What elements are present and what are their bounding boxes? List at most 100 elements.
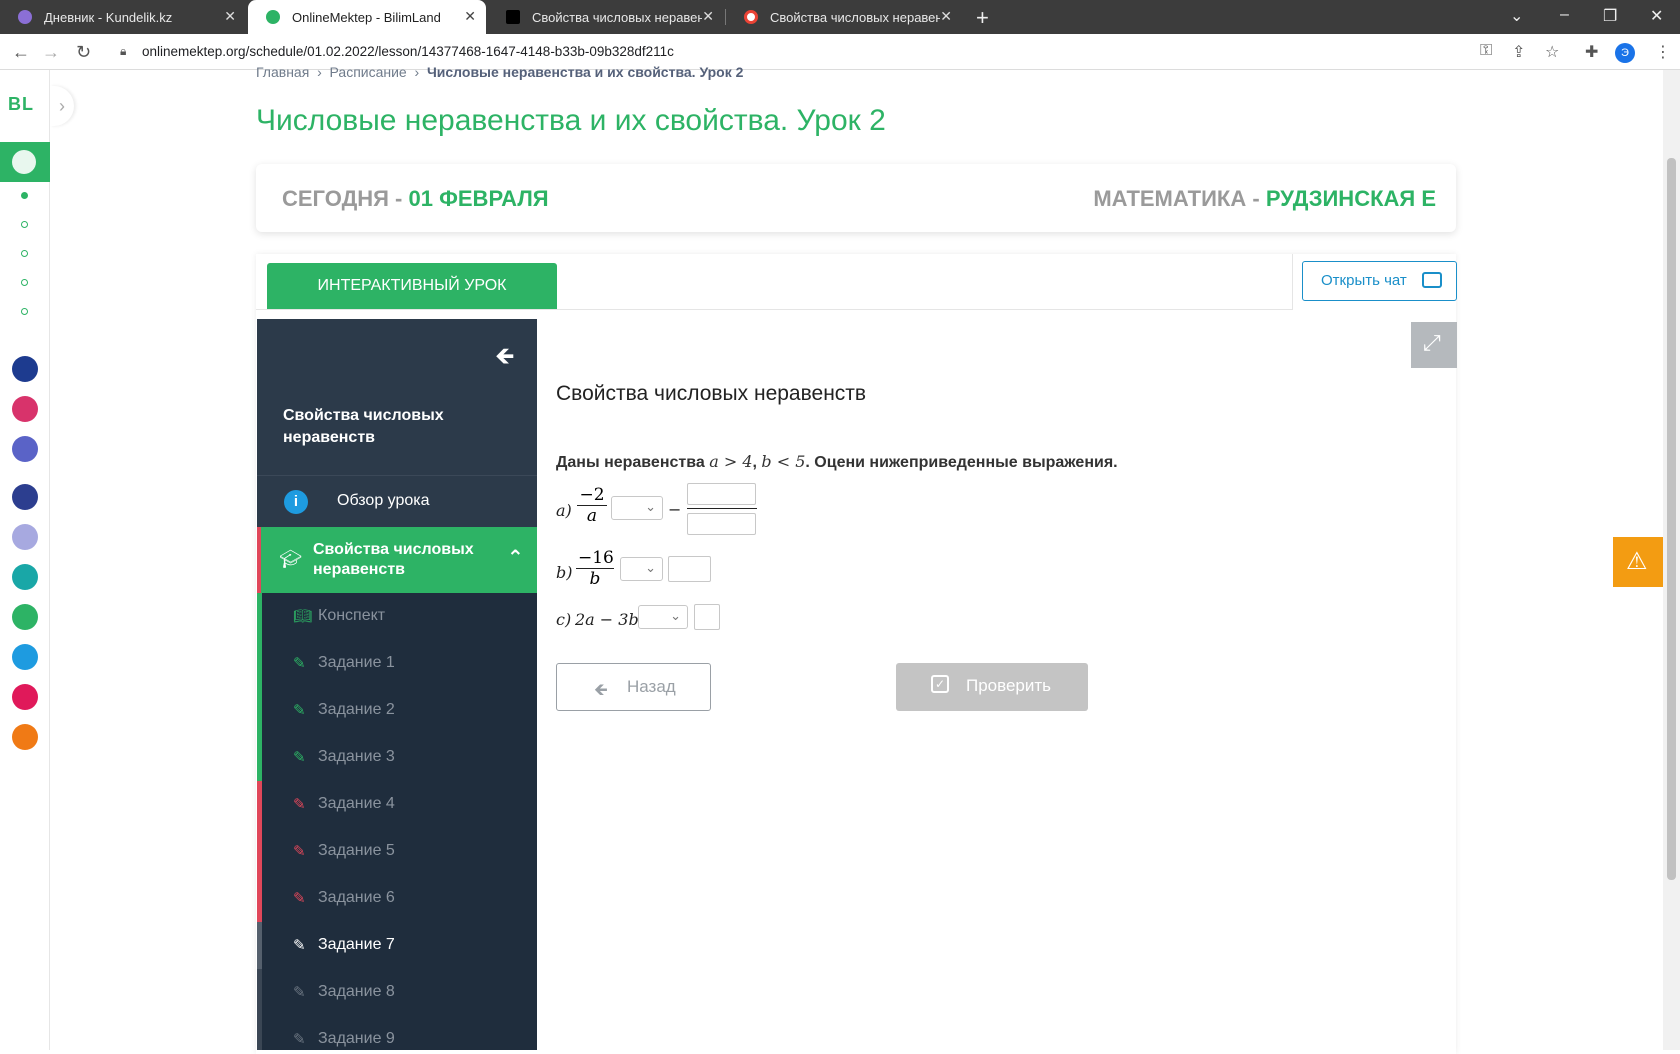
sidebar-title: Свойства числовых неравенств xyxy=(283,407,444,446)
denominator-input-a[interactable] xyxy=(687,513,756,535)
rail-dot-icon[interactable] xyxy=(21,279,28,286)
close-tab-icon[interactable]: ✕ xyxy=(464,8,476,25)
browser-tab-lesson-3[interactable]: Свойства числовых неравенств ✕ xyxy=(488,0,724,34)
task-title: Свойства числовых неравенств xyxy=(556,382,867,405)
item-label: Задание 4 xyxy=(318,795,395,812)
forward-icon[interactable]: → xyxy=(42,42,60,63)
info-icon: i xyxy=(284,490,308,514)
comparison-select-c[interactable]: ⌄ xyxy=(638,605,688,629)
subject-teacher: МАТЕМАТИКА - РУДЗИНСКАЯ Е xyxy=(1093,186,1436,212)
browser-tab-kundelik[interactable]: Дневник - Kundelik.kz ✕ xyxy=(0,0,246,34)
bilimland-logo[interactable]: BL xyxy=(8,94,34,115)
fraction-numerator: −16 xyxy=(576,548,614,569)
value-input-c[interactable] xyxy=(694,604,720,630)
sidebar-item-overview[interactable]: i Обзор урока xyxy=(257,475,537,527)
item-label: Задание 2 xyxy=(318,701,395,718)
status-bar xyxy=(257,687,262,734)
check-button[interactable]: ✓ Проверить xyxy=(896,663,1088,711)
value-input-b[interactable] xyxy=(668,556,711,582)
edit-icon: ✎ xyxy=(293,890,306,907)
sidebar-item-task-9[interactable]: ✎ Задание 9 xyxy=(257,1016,537,1050)
open-chat-button[interactable]: Открыть чат xyxy=(1302,261,1457,301)
sidebar-item-summary[interactable]: 📖︎ Конспект xyxy=(257,593,537,640)
menu-icon[interactable]: ⋮ xyxy=(1655,42,1671,62)
tab-search-icon[interactable]: ⌄ xyxy=(1510,6,1523,26)
tab-interactive-lesson[interactable]: ИНТЕРАКТИВНЫЙ УРОК xyxy=(267,263,557,309)
reload-icon[interactable]: ↻ xyxy=(76,42,91,63)
rail-dot-icon[interactable] xyxy=(21,221,28,228)
status-bar xyxy=(257,1016,262,1050)
scrollbar-thumb[interactable] xyxy=(1667,158,1676,880)
edit-icon: ✎ xyxy=(293,749,306,766)
rail-dot-icon[interactable] xyxy=(21,250,28,257)
item-label: Конспект xyxy=(318,607,386,624)
close-window-icon[interactable]: ✕ xyxy=(1650,6,1663,26)
key-icon[interactable]: ⚿ xyxy=(1480,42,1492,60)
share-icon[interactable]: ⇪ xyxy=(1512,42,1525,62)
close-tab-icon[interactable]: ✕ xyxy=(702,8,714,25)
back-icon[interactable]: ← xyxy=(12,42,30,63)
status-bar xyxy=(257,640,262,687)
breadcrumb-schedule[interactable]: Расписание xyxy=(330,64,407,80)
rail-dot-icon[interactable] xyxy=(21,308,28,315)
restore-icon[interactable]: ❐ xyxy=(1603,6,1617,26)
bilim-app-icon[interactable] xyxy=(12,564,38,590)
edit-icon: ✎ xyxy=(293,702,306,719)
new-tab-icon[interactable]: + xyxy=(976,5,989,31)
arrow-left-icon: 🡸 xyxy=(594,680,608,699)
browser-tab-google[interactable]: Свойства числовых неравенств ✕ xyxy=(726,0,962,34)
sidebar-item-task-7[interactable]: ✎ Задание 7 xyxy=(257,922,537,969)
sidebar-item-task-5[interactable]: ✎ Задание 5 xyxy=(257,828,537,875)
chevron-up-icon[interactable]: ⌃ xyxy=(507,545,524,570)
sidebar-item-task-3[interactable]: ✎ Задание 3 xyxy=(257,734,537,781)
smart-app-icon[interactable] xyxy=(12,484,38,510)
sidebar-item-task-1[interactable]: ✎ Задание 1 xyxy=(257,640,537,687)
teacher-name: РУДЗИНСКАЯ Е xyxy=(1265,186,1436,211)
numerator-input-a[interactable] xyxy=(687,483,756,505)
subject-label: МАТЕМАТИКА - xyxy=(1093,186,1260,211)
close-tab-icon[interactable]: ✕ xyxy=(940,8,952,25)
minimize-icon[interactable]: – xyxy=(1560,6,1569,24)
checkbox-icon: ✓ xyxy=(931,675,949,693)
report-problem-button[interactable]: ⚠ xyxy=(1613,537,1663,587)
url-field[interactable]: onlinemektep.org/schedule/01.02.2022/les… xyxy=(142,44,674,59)
checklist-app-icon[interactable] xyxy=(12,644,38,670)
profile-avatar[interactable]: Э xyxy=(1615,43,1635,63)
today-value: 01 ФЕВРАЛЯ xyxy=(408,186,549,211)
item-label: Задание 9 xyxy=(318,1030,395,1047)
breadcrumb-current: Числовые неравенства и их свойства. Урок… xyxy=(426,64,744,80)
star-icon[interactable]: ☆ xyxy=(1545,42,1559,62)
bilim-app-icon[interactable] xyxy=(12,356,38,382)
browser-tab-onlinemektep[interactable]: OnlineMektep - BilimLand ✕ xyxy=(248,0,486,34)
bilimland-app-icon[interactable] xyxy=(12,604,38,630)
fraction-denominator: b xyxy=(589,569,601,589)
page: BL › Главная › Расписание › Числовые нер… xyxy=(0,64,1680,1054)
close-tab-icon[interactable]: ✕ xyxy=(224,8,236,25)
bilim-shop-icon[interactable] xyxy=(12,396,38,422)
twig-app-icon[interactable] xyxy=(12,684,38,710)
sidebar-section-properties[interactable]: 🎓︎ Свойства числовых неравенств ⌃ xyxy=(257,527,537,593)
comparison-select-b[interactable]: ⌄ xyxy=(620,557,663,581)
sun-app-icon[interactable] xyxy=(12,724,38,750)
tab-title: Свойства числовых неравенств xyxy=(532,10,702,25)
edit-icon: ✎ xyxy=(293,1031,306,1048)
fullscreen-button[interactable]: ⤢ xyxy=(1411,322,1457,368)
warning-icon: ⚠ xyxy=(1626,548,1648,575)
chevron-down-icon: ⌄ xyxy=(645,560,656,575)
rail-dot-icon[interactable] xyxy=(21,192,28,199)
back-button[interactable]: 🡸 Назад xyxy=(556,663,711,711)
sidebar-item-task-8[interactable]: ✎ Задание 8 xyxy=(257,969,537,1016)
rail-onlinemektep[interactable] xyxy=(0,142,50,182)
expression-c: 2a − 3b xyxy=(575,610,639,629)
collapse-sidebar-icon[interactable]: 🡸 xyxy=(495,339,515,380)
task-statement: Даны неравенства a > 4, b < 5. Оцени ниж… xyxy=(556,452,1118,471)
comparison-select-a[interactable]: ⌄ xyxy=(611,496,663,520)
sidebar-item-task-6[interactable]: ✎ Задание 6 xyxy=(257,875,537,922)
rail-expand-chevron-icon[interactable]: › xyxy=(50,86,74,126)
bilim-app-icon[interactable] xyxy=(12,436,38,462)
bilim-app-icon[interactable] xyxy=(12,524,38,550)
sidebar-item-task-2[interactable]: ✎ Задание 2 xyxy=(257,687,537,734)
breadcrumb-home[interactable]: Главная xyxy=(256,64,309,80)
extensions-icon[interactable]: ✚ xyxy=(1585,42,1598,62)
sidebar-item-task-4[interactable]: ✎ Задание 4 xyxy=(257,781,537,828)
